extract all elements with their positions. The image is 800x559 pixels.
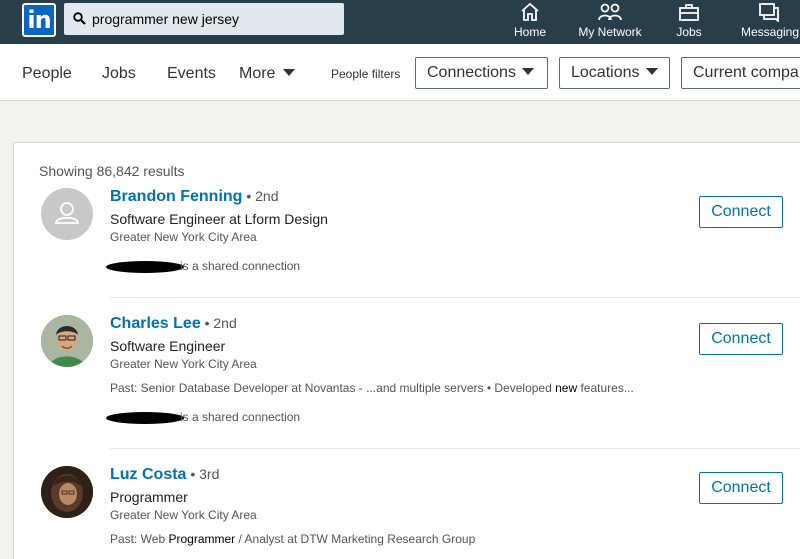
messaging-icon: [759, 3, 779, 22]
past-text-end: features...: [577, 381, 634, 395]
nav-jobs[interactable]: Jobs: [668, 0, 710, 44]
divider: [110, 448, 800, 449]
locations-filter[interactable]: Locations: [559, 57, 670, 89]
connections-filter[interactable]: Connections: [415, 57, 548, 89]
search-box[interactable]: [64, 3, 344, 35]
past-text: Past: Web: [110, 532, 169, 546]
past-highlight: new: [555, 381, 578, 395]
tab-people[interactable]: People: [22, 65, 72, 83]
network-icon: [598, 3, 622, 21]
result-headline: Programmer: [110, 489, 188, 505]
top-nav: in Home My Network Jobs Messagi: [0, 0, 800, 44]
result-headline: Software Engineer at Lform Design: [110, 211, 328, 227]
locations-filter-label: Locations: [571, 64, 640, 81]
current-company-filter[interactable]: Current compa: [681, 57, 800, 89]
shared-connection-text: is a shared connection: [180, 259, 301, 273]
search-filter-bar: People Jobs Events More People filters C…: [0, 44, 800, 101]
avatar-placeholder[interactable]: [41, 188, 93, 240]
tab-more-label: More: [239, 65, 276, 82]
nav-messaging-label: Messaging: [741, 25, 800, 39]
results-count: Showing 86,842 results: [39, 163, 185, 179]
person-icon: [55, 202, 79, 224]
result-name[interactable]: Charles Lee • 2nd: [110, 315, 237, 333]
nav-home-label: Home: [513, 25, 546, 39]
chevron-down-icon: [283, 68, 296, 76]
search-results-card: Showing 86,842 results Brandon Fenning •…: [13, 142, 800, 559]
connect-button[interactable]: Connect: [699, 472, 783, 504]
connection-degree: • 2nd: [242, 188, 279, 204]
result-name[interactable]: Luz Costa • 3rd: [110, 466, 219, 484]
result-item: Charles Lee • 2nd Software Engineer Grea…: [14, 315, 800, 435]
past-text: Past: Senior Database Developer at Novan…: [110, 381, 556, 395]
tab-events[interactable]: Events: [167, 65, 216, 83]
people-filters-label: People filters: [331, 67, 401, 81]
result-name-text[interactable]: Charles Lee: [110, 315, 201, 332]
result-location: Greater New York City Area: [110, 357, 257, 371]
result-past-position: Past: Senior Database Developer at Novan…: [110, 381, 634, 395]
redacted-name: [106, 411, 184, 424]
tab-jobs[interactable]: Jobs: [102, 65, 136, 83]
divider: [110, 297, 800, 298]
nav-messaging[interactable]: Messaging: [738, 0, 800, 44]
connection-degree: • 3rd: [186, 466, 220, 482]
result-name-text[interactable]: Brandon Fenning: [110, 188, 242, 205]
search-icon: [73, 12, 86, 25]
connect-button[interactable]: Connect: [699, 196, 783, 228]
profile-photo: [41, 315, 93, 367]
connection-degree: • 2nd: [200, 315, 237, 331]
briefcase-icon: [679, 4, 699, 21]
connections-filter-label: Connections: [427, 64, 516, 81]
nav-my-network-label: My Network: [578, 25, 642, 39]
result-name-text[interactable]: Luz Costa: [110, 466, 186, 483]
search-input[interactable]: [92, 3, 337, 35]
nav-my-network[interactable]: My Network: [570, 0, 650, 44]
nav-jobs-label: Jobs: [676, 25, 702, 39]
result-past-position: Past: Web Programmer / Analyst at DTW Ma…: [110, 532, 475, 546]
shared-connection[interactable]: is a shared connection: [106, 259, 300, 273]
nav-home[interactable]: Home: [505, 0, 555, 44]
result-item: Brandon Fenning • 2nd Software Engineer …: [14, 188, 800, 298]
past-highlight: Programmer: [168, 532, 236, 546]
result-item: Luz Costa • 3rd Programmer Greater New Y…: [14, 466, 800, 559]
avatar[interactable]: [41, 315, 93, 367]
tab-more[interactable]: More: [239, 65, 296, 83]
result-name[interactable]: Brandon Fenning • 2nd: [110, 188, 278, 206]
shared-connection-text: is a shared connection: [180, 410, 301, 424]
result-headline: Software Engineer: [110, 338, 226, 354]
result-location: Greater New York City Area: [110, 230, 257, 244]
shared-connection[interactable]: is a shared connection: [106, 410, 300, 424]
chevron-down-icon: [645, 67, 658, 75]
chevron-down-icon: [521, 67, 534, 75]
redacted-name: [106, 260, 184, 273]
linkedin-logo[interactable]: in: [22, 3, 56, 37]
home-icon: [521, 2, 539, 21]
profile-photo: [41, 466, 93, 518]
result-location: Greater New York City Area: [110, 508, 257, 522]
current-company-filter-label: Current compa: [693, 64, 799, 81]
avatar[interactable]: [41, 466, 93, 518]
past-text-end: / Analyst at DTW Marketing Research Grou…: [235, 532, 476, 546]
connect-button[interactable]: Connect: [699, 323, 783, 355]
